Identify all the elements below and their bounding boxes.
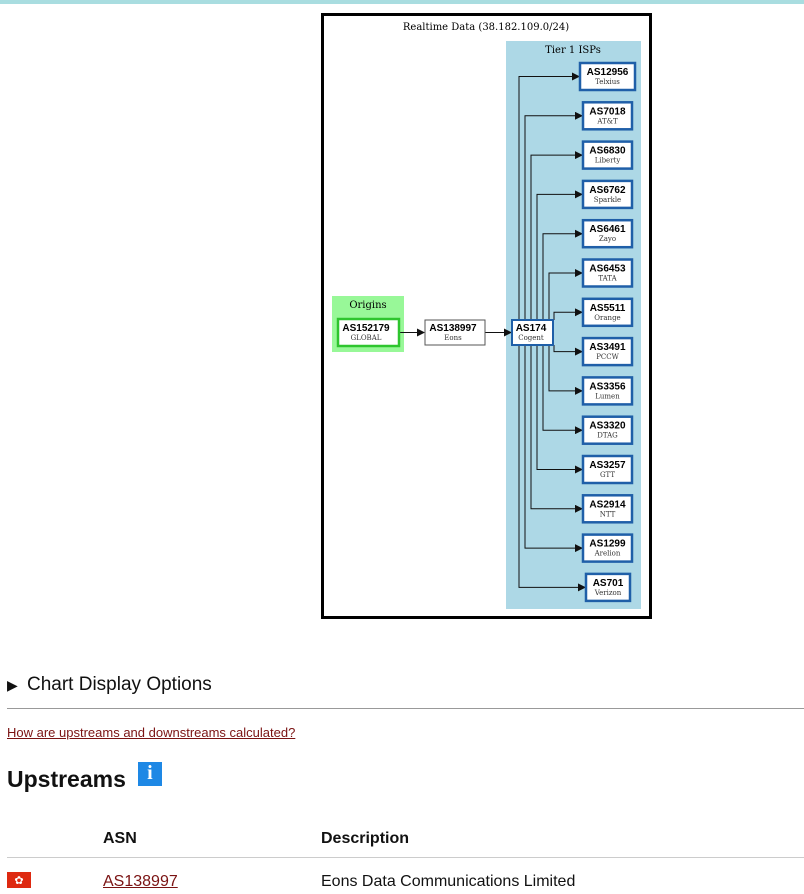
hk-flag-icon: ✿ <box>7 872 31 888</box>
tier1-asn: AS3491 <box>589 342 626 353</box>
tier1-name: GTT <box>600 471 615 479</box>
upstreams-title: Upstreams <box>7 766 126 792</box>
origins-cluster-label: Origins <box>349 300 386 311</box>
tier1-asn: AS6762 <box>589 185 626 196</box>
tier1-node[interactable]: AS6830Liberty <box>581 140 634 170</box>
tier1-name: Zayo <box>599 235 616 243</box>
transit-name: Cogent <box>518 334 544 342</box>
tier1-node[interactable]: AS3491PCCW <box>581 336 634 367</box>
tier1-asn: AS2914 <box>589 499 626 510</box>
tier1-name: Arelion <box>594 550 621 558</box>
tier1-name: Liberty <box>595 157 621 165</box>
tier1-asn: AS701 <box>593 578 624 589</box>
upstream-asn-link[interactable]: AS138997 <box>103 873 178 891</box>
tier1-asn: AS7018 <box>589 106 626 117</box>
table-divider <box>7 857 804 858</box>
tier1-asn: AS6830 <box>589 146 626 157</box>
tier1-node[interactable]: AS5511Orange <box>581 297 634 328</box>
tier1-cluster-label: Tier 1 ISPs <box>545 45 601 56</box>
upstreams-help-link[interactable]: How are upstreams and downstreams calcul… <box>7 725 295 740</box>
upstream-description: Eons Data Communications Limited <box>321 873 576 890</box>
tier1-node[interactable]: AS1299Arelion <box>581 533 634 563</box>
transit-node[interactable]: AS174 Cogent <box>511 319 554 346</box>
tier1-node[interactable]: AS701Verizon <box>584 572 632 603</box>
origin-node[interactable]: AS152179 GLOBAL <box>336 317 401 348</box>
graph-title: Realtime Data (38.182.109.0/24) <box>403 22 569 33</box>
origin-name: GLOBAL <box>351 334 382 342</box>
tier1-asn: AS5511 <box>590 303 626 314</box>
tier1-node[interactable]: AS2914NTT <box>581 494 634 524</box>
tier1-name: Sparkle <box>594 196 621 204</box>
tier1-node[interactable]: AS6453TATA <box>581 258 634 288</box>
tier1-name: Verizon <box>594 589 622 597</box>
tier1-node[interactable]: AS6461Zayo <box>581 218 634 249</box>
tier1-node[interactable]: AS6762Sparkle <box>581 179 634 210</box>
tier1-name: PCCW <box>596 353 619 361</box>
tier1-name: DTAG <box>597 432 618 440</box>
tier1-asn: AS3356 <box>589 381 626 392</box>
tier1-node[interactable]: AS12956Telxius <box>578 61 637 92</box>
tier1-node[interactable]: AS3320DTAG <box>581 415 634 445</box>
tier1-node[interactable]: AS7018AT&T <box>581 101 634 131</box>
tier1-asn: AS6453 <box>589 264 626 275</box>
disclosure-triangle-icon: ▶ <box>7 676 18 693</box>
upstream-name: Eons <box>444 334 462 342</box>
upstreams-heading: Upstreams i <box>7 761 162 793</box>
tier1-asn: AS1299 <box>589 539 626 550</box>
chart-display-options[interactable]: ▶ Chart Display Options <box>7 674 804 696</box>
tier1-node[interactable]: AS3356Lumen <box>581 376 634 406</box>
tier1-asn: AS3320 <box>589 421 626 432</box>
tier1-name: Lumen <box>595 392 620 400</box>
tier1-name: Telxius <box>595 78 620 86</box>
upstream-asn: AS138997 <box>429 323 477 334</box>
tier1-name: TATA <box>598 275 617 283</box>
tier1-asn: AS3257 <box>589 460 626 471</box>
origin-asn: AS152179 <box>342 323 390 334</box>
chart-options-toggle[interactable]: ▶ Chart Display Options <box>7 674 804 696</box>
top-accent-bar <box>0 0 804 4</box>
network-graph: Realtime Data (38.182.109.0/24) Tier 1 I… <box>321 13 652 619</box>
tier1-name: NTT <box>600 510 616 518</box>
tier1-name: AT&T <box>596 117 618 125</box>
column-header-asn[interactable]: ASN <box>103 830 137 848</box>
info-icon[interactable]: i <box>137 761 162 786</box>
tier1-node[interactable]: AS3257GTT <box>581 454 634 485</box>
tier1-asn: AS12956 <box>587 67 629 78</box>
upstream-node[interactable]: AS138997 Eons <box>424 319 486 346</box>
transit-asn: AS174 <box>516 323 547 334</box>
chart-options-label: Chart Display Options <box>27 674 212 695</box>
divider <box>7 708 804 709</box>
column-header-description[interactable]: Description <box>321 830 409 848</box>
tier1-name: Orange <box>594 314 620 322</box>
tier1-asn: AS6461 <box>589 224 626 235</box>
